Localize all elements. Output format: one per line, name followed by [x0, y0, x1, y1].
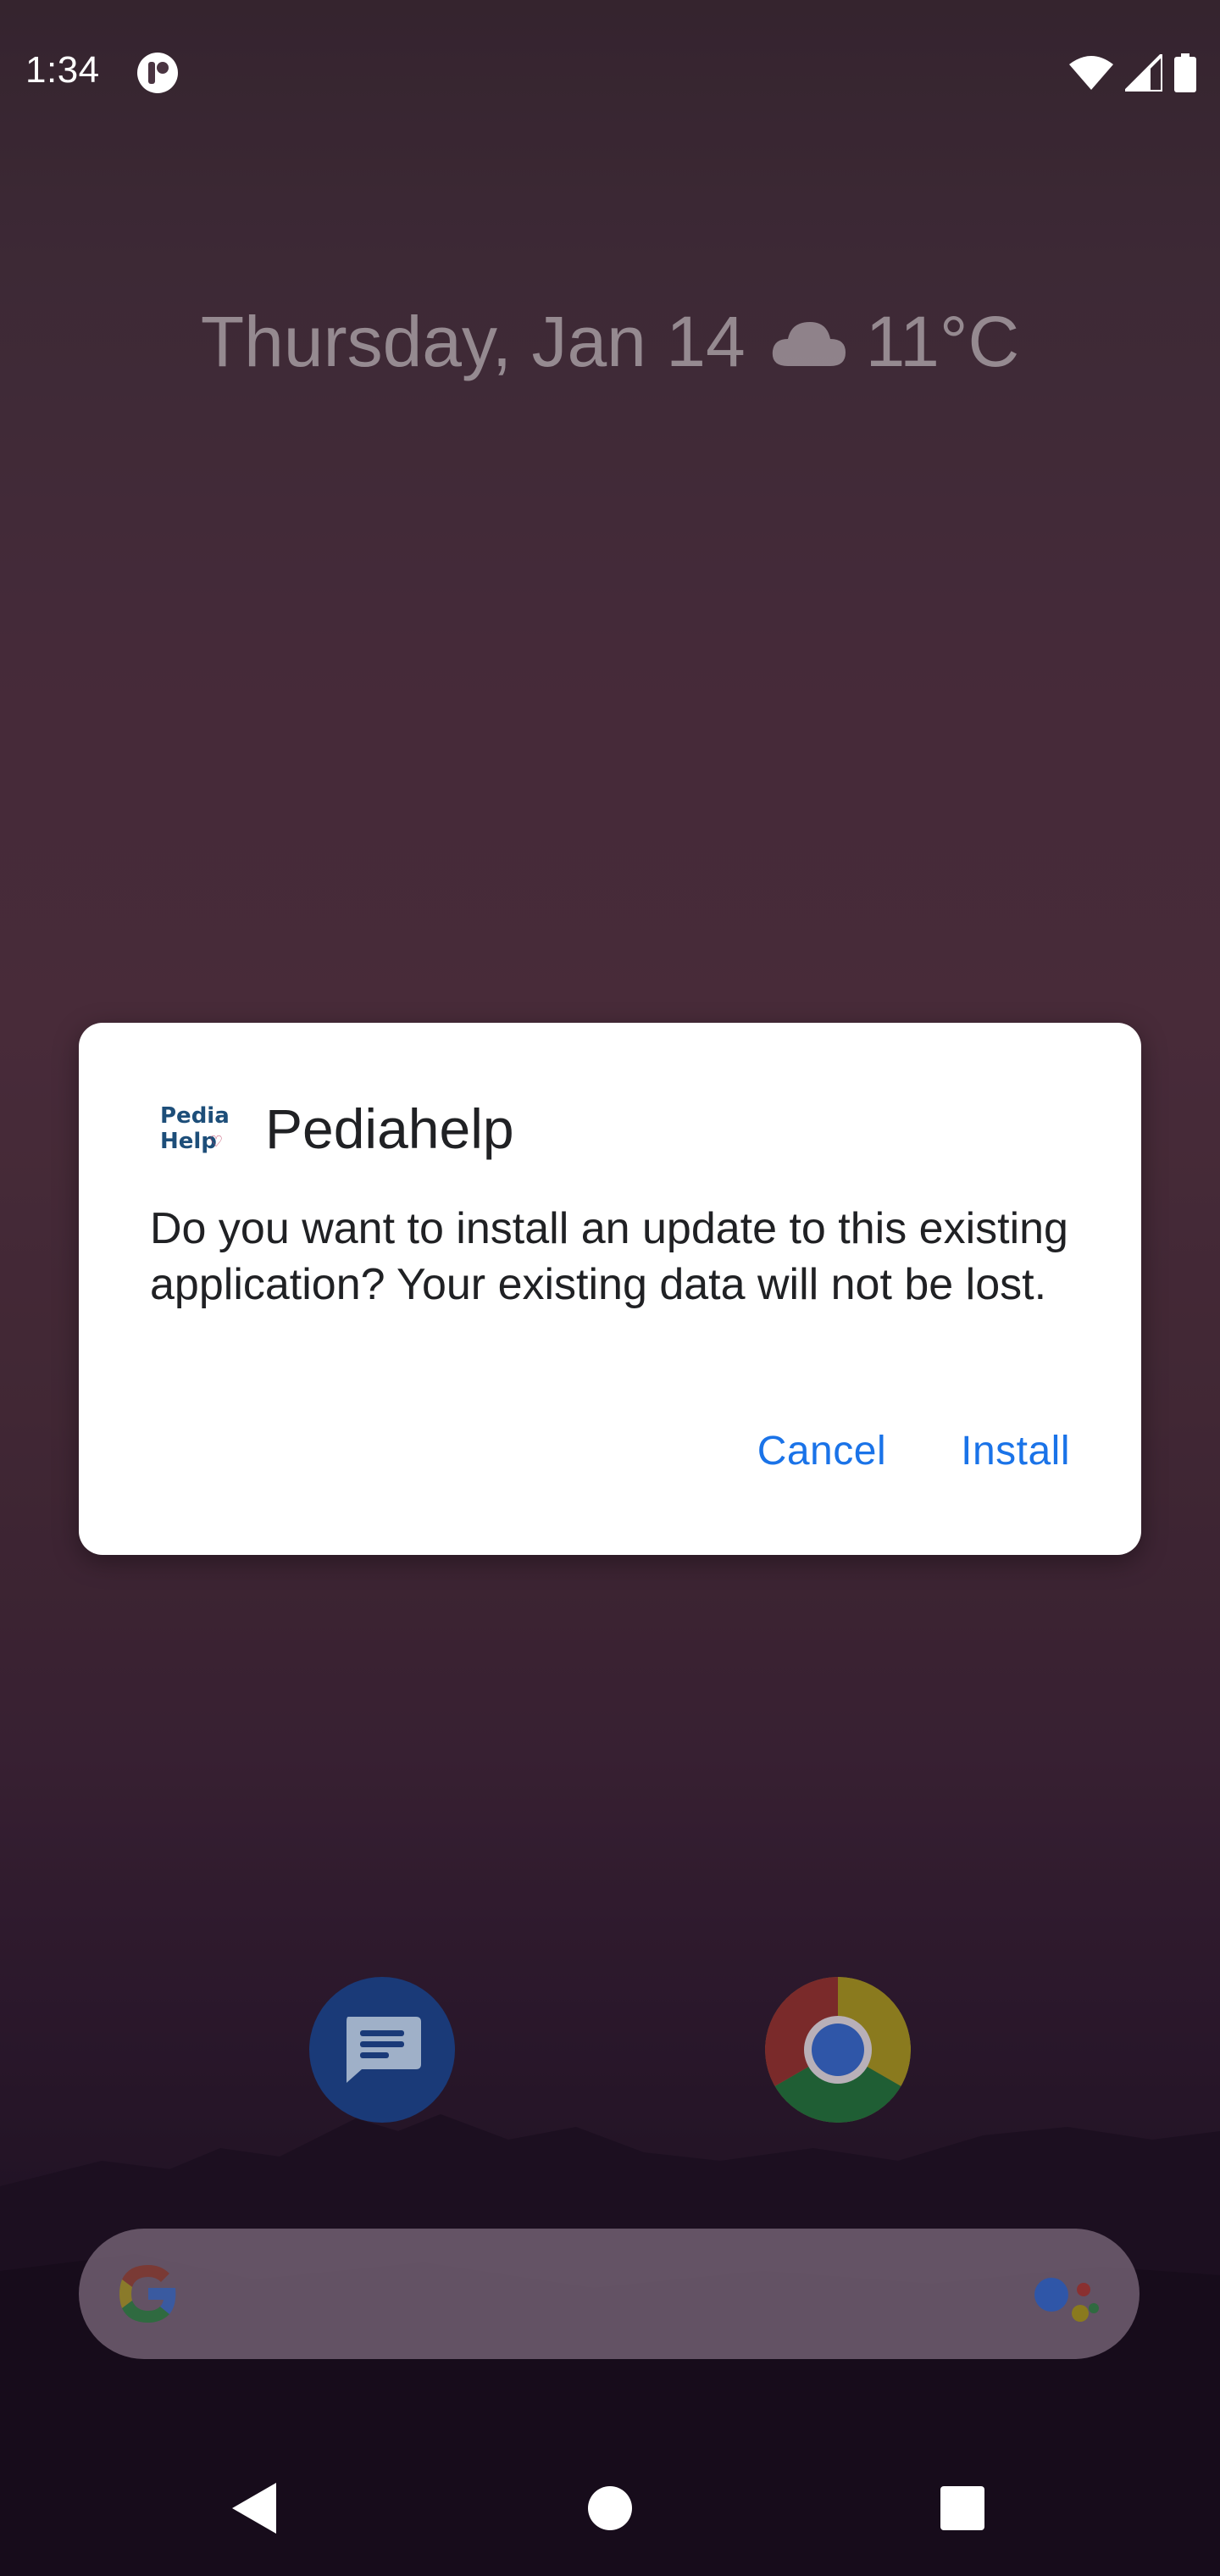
logo-heart-mark: ♡: [209, 1133, 224, 1151]
messages-app-icon[interactable]: [309, 1977, 455, 2123]
chrome-icon: [765, 1977, 911, 2123]
battery-icon: [1174, 53, 1196, 92]
logo-text-line1: Pedia: [160, 1103, 230, 1129]
google-g-icon: [119, 2265, 176, 2323]
recents-icon: [940, 2486, 984, 2530]
back-button[interactable]: [220, 2474, 288, 2542]
temperature-text: 11°C: [865, 302, 1020, 381]
cloud-icon: [772, 321, 846, 366]
cancel-button[interactable]: Cancel: [757, 1428, 886, 1474]
install-update-dialog: Pedia Help ♡ Pediahelp Do you want to in…: [79, 1023, 1141, 1555]
chrome-app-icon[interactable]: [765, 1977, 911, 2123]
app-notification-icon: [137, 53, 178, 93]
install-button[interactable]: Install: [961, 1428, 1070, 1474]
dialog-actions: Cancel Install: [757, 1428, 1070, 1474]
logo-text-line2: Help: [160, 1129, 217, 1154]
assistant-icon[interactable]: [1033, 2271, 1101, 2330]
navigation-bar: [0, 2440, 1220, 2576]
signal-icon: [1125, 54, 1162, 92]
wifi-icon: [1069, 56, 1113, 90]
recents-button[interactable]: [929, 2474, 996, 2542]
weather: 11°C: [771, 301, 1019, 383]
status-bar: 1:34: [0, 0, 1220, 144]
back-icon: [232, 2483, 276, 2534]
google-search-bar[interactable]: [79, 2229, 1140, 2359]
status-icons: [1069, 51, 1196, 95]
date-weather-widget[interactable]: Thursday, Jan 14 11°C: [0, 301, 1220, 383]
dialog-header: Pedia Help ♡ Pediahelp: [150, 1082, 514, 1175]
home-icon: [588, 2486, 632, 2530]
pediahelp-logo-icon: Pedia Help ♡: [150, 1082, 243, 1175]
status-time: 1:34: [25, 49, 100, 91]
messages-icon: [347, 2017, 421, 2083]
dialog-title: Pediahelp: [265, 1097, 514, 1160]
dialog-message: Do you want to install an update to this…: [150, 1204, 1068, 1309]
home-button[interactable]: [576, 2474, 644, 2542]
date-text: Thursday, Jan 14: [200, 302, 746, 381]
